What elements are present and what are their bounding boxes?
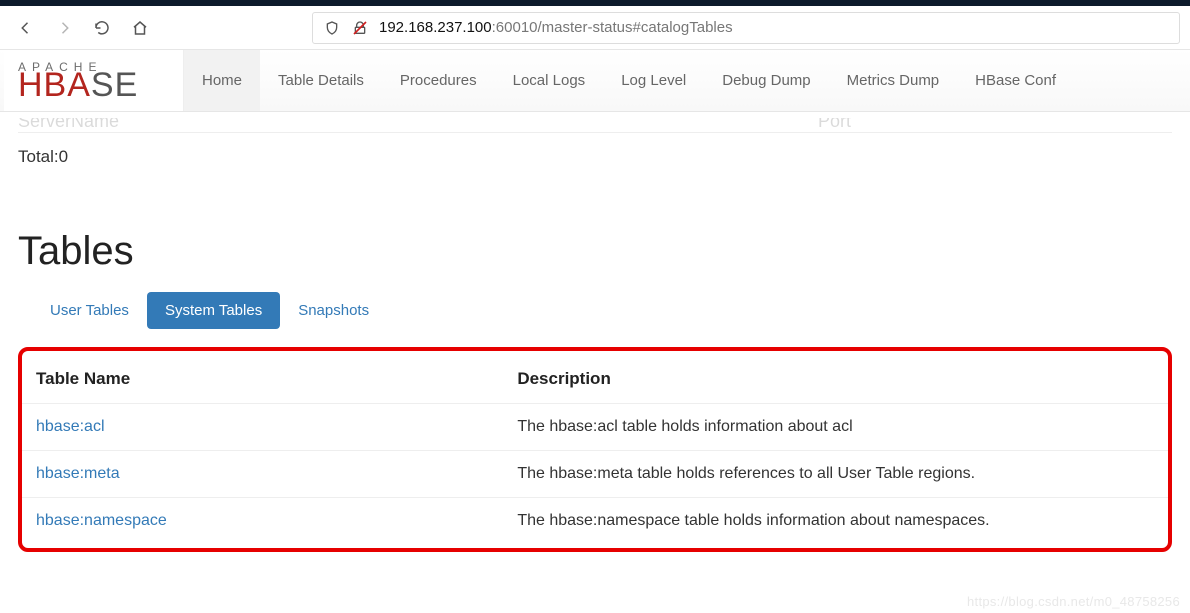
url-bar[interactable]: 192.168.237.100:60010/master-status#cata… <box>312 12 1180 44</box>
shield-icon <box>323 19 341 37</box>
lock-strikethrough-icon <box>351 19 369 37</box>
nav-local-logs[interactable]: Local Logs <box>495 50 604 111</box>
tab-user-tables[interactable]: User Tables <box>32 292 147 329</box>
table-desc: The hbase:acl table holds information ab… <box>503 404 1168 451</box>
server-summary-header: ServerName Port <box>18 118 1172 133</box>
arrow-right-icon <box>55 19 73 37</box>
nav-items: Home Table Details Procedures Local Logs… <box>184 50 1074 111</box>
server-name-header: ServerName <box>18 118 818 132</box>
back-button[interactable] <box>10 12 42 44</box>
forward-button[interactable] <box>48 12 80 44</box>
url-text: 192.168.237.100:60010/master-status#cata… <box>379 19 733 36</box>
reload-icon <box>93 19 111 37</box>
nav-log-level[interactable]: Log Level <box>603 50 704 111</box>
nav-procedures[interactable]: Procedures <box>382 50 495 111</box>
nav-metrics-dump[interactable]: Metrics Dump <box>829 50 958 111</box>
tables-tabs: User Tables System Tables Snapshots <box>32 292 1172 329</box>
home-icon <box>131 19 149 37</box>
server-total: Total:0 <box>18 133 1172 173</box>
home-button[interactable] <box>124 12 156 44</box>
brand-hbase-text: HBASE <box>18 68 169 102</box>
table-header-row: Table Name Description <box>22 355 1168 404</box>
tab-system-tables[interactable]: System Tables <box>147 292 280 329</box>
tab-snapshots[interactable]: Snapshots <box>280 292 387 329</box>
col-description: Description <box>503 355 1168 404</box>
tables-title: Tables <box>18 229 1172 274</box>
system-tables-table: Table Name Description hbase:acl The hba… <box>22 355 1168 544</box>
table-link-meta[interactable]: hbase:meta <box>36 465 120 482</box>
table-desc: The hbase:namespace table holds informat… <box>503 498 1168 545</box>
nav-hbase-conf[interactable]: HBase Conf <box>957 50 1074 111</box>
nav-debug-dump[interactable]: Debug Dump <box>704 50 828 111</box>
watermark-text: https://blog.csdn.net/m0_48758256 <box>967 594 1180 609</box>
col-table-name: Table Name <box>22 355 503 404</box>
table-link-acl[interactable]: hbase:acl <box>36 418 105 435</box>
highlight-annotation: Table Name Description hbase:acl The hba… <box>18 347 1172 552</box>
brand-logo[interactable]: APACHE HBASE <box>4 50 184 111</box>
nav-table-details[interactable]: Table Details <box>260 50 382 111</box>
table-desc: The hbase:meta table holds references to… <box>503 451 1168 498</box>
reload-button[interactable] <box>86 12 118 44</box>
arrow-left-icon <box>17 19 35 37</box>
app-navbar: APACHE HBASE Home Table Details Procedur… <box>0 50 1190 112</box>
table-row: hbase:acl The hbase:acl table holds info… <box>22 404 1168 451</box>
nav-home[interactable]: Home <box>184 50 260 111</box>
page-content: ServerName Port Total:0 Tables User Tabl… <box>0 112 1190 582</box>
server-port-header: Port <box>818 118 851 132</box>
table-row: hbase:namespace The hbase:namespace tabl… <box>22 498 1168 545</box>
browser-toolbar: 192.168.237.100:60010/master-status#cata… <box>0 6 1190 50</box>
table-row: hbase:meta The hbase:meta table holds re… <box>22 451 1168 498</box>
table-link-namespace[interactable]: hbase:namespace <box>36 512 167 529</box>
